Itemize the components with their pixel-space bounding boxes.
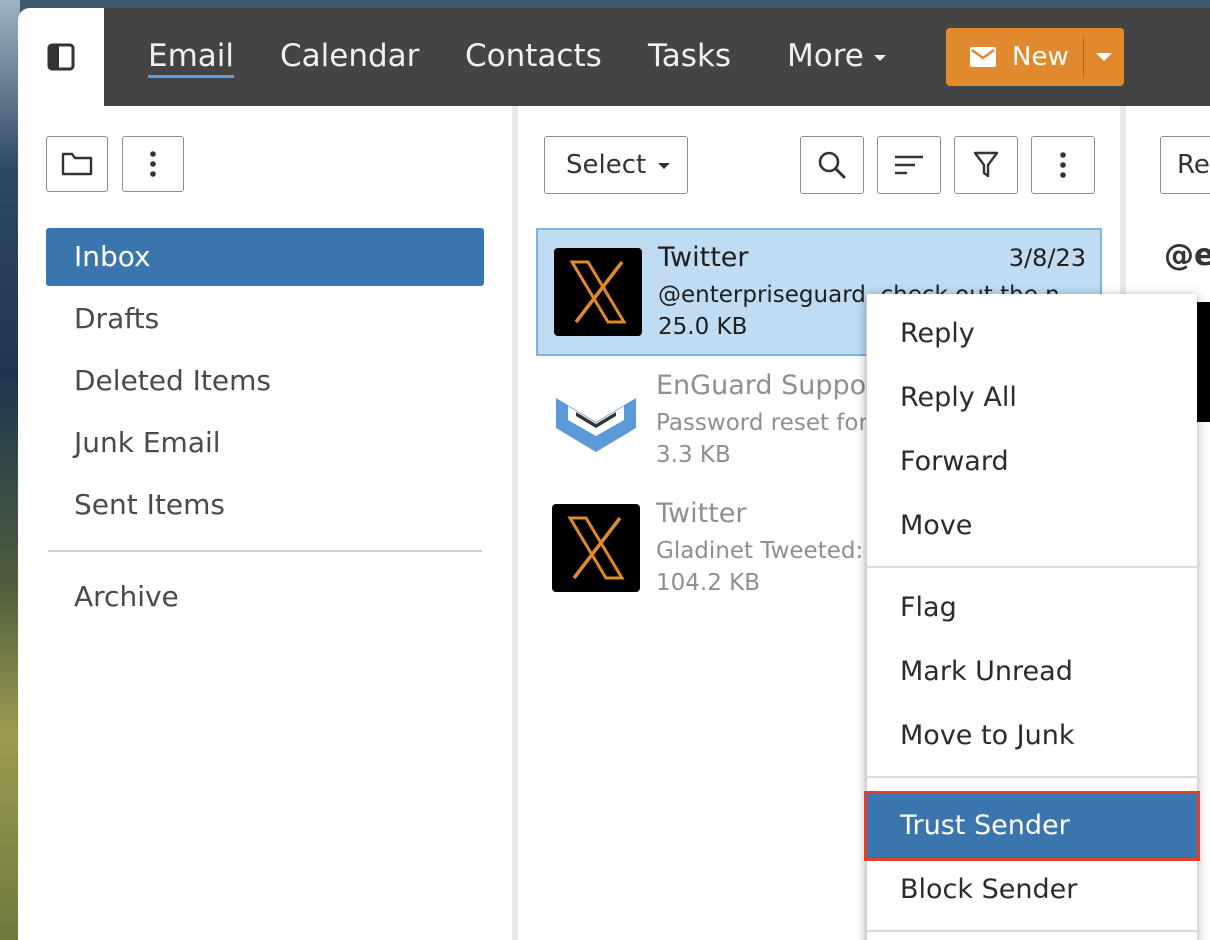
top-nav-bar: Email Calendar Contacts Tasks More New [18, 8, 1210, 106]
more-vertical-icon [1060, 152, 1066, 178]
chevron-down-icon [658, 162, 671, 169]
new-button-group: New [946, 28, 1124, 86]
filter-button[interactable] [954, 136, 1018, 194]
search-button[interactable] [800, 136, 864, 194]
message-date: 3/8/23 [1008, 244, 1086, 272]
menu-item-move-to-junk[interactable]: Move to Junk [867, 704, 1197, 768]
desktop-wallpaper [0, 0, 20, 940]
folder-more-button[interactable] [122, 136, 184, 192]
message-size: 104.2 KB [656, 570, 761, 596]
folder-inbox[interactable]: Inbox [46, 228, 484, 286]
folder-drafts[interactable]: Drafts [46, 290, 484, 348]
chevron-down-icon [873, 54, 886, 61]
folder-archive[interactable]: Archive [46, 568, 484, 626]
folder-icon [61, 152, 93, 176]
sort-icon [895, 155, 923, 175]
menu-item-mark-unread[interactable]: Mark Unread [867, 640, 1197, 704]
tab-calendar[interactable]: Calendar [280, 38, 419, 74]
menu-item-reply-all[interactable]: Reply All [867, 366, 1197, 430]
tab-contacts[interactable]: Contacts [465, 38, 602, 74]
menu-item-block-sender[interactable]: Block Sender [867, 858, 1197, 922]
sort-button[interactable] [877, 136, 941, 194]
select-label: Select [566, 150, 647, 180]
message-sender: Twitter [658, 242, 749, 273]
new-button-label: New [1012, 42, 1069, 72]
menu-divider [867, 566, 1197, 568]
menu-item-move[interactable]: Move [867, 494, 1197, 558]
select-dropdown-button[interactable]: Select [544, 136, 688, 194]
tab-email[interactable]: Email [148, 38, 235, 78]
new-message-button[interactable]: New [946, 28, 1083, 86]
new-dropdown-button[interactable] [1084, 28, 1124, 86]
reading-subject: @e [1164, 238, 1210, 273]
sidebar-toggle-button[interactable] [18, 8, 104, 106]
menu-item-forward[interactable]: Forward [867, 430, 1197, 494]
folder-deleted-items[interactable]: Deleted Items [46, 352, 484, 410]
enguard-logo-icon [556, 398, 636, 452]
more-vertical-icon [150, 151, 156, 177]
message-context-menu: Reply Reply All Forward Move Flag Mark U… [864, 294, 1200, 940]
message-size: 3.3 KB [656, 442, 731, 468]
folder-divider [48, 550, 482, 552]
menu-divider [867, 776, 1197, 778]
menu-item-trust-sender[interactable]: Trust Sender [864, 791, 1200, 861]
envelope-icon [970, 47, 996, 67]
list-more-button[interactable] [1031, 136, 1095, 194]
search-icon [818, 151, 846, 179]
menu-item-flag[interactable]: Flag [867, 576, 1197, 640]
tab-tasks[interactable]: Tasks [648, 38, 731, 74]
tab-more[interactable]: More [787, 38, 886, 74]
folder-actions-button[interactable] [46, 136, 108, 192]
folder-junk-email[interactable]: Junk Email [46, 414, 484, 472]
menu-divider [867, 930, 1197, 932]
x-logo-icon [554, 248, 642, 336]
message-sender: Twitter [656, 498, 747, 529]
message-sender: EnGuard Support [656, 370, 888, 401]
filter-icon [973, 151, 999, 178]
tab-more-label: More [787, 38, 864, 74]
folder-pane: Inbox Drafts Deleted Items Junk Email Se… [18, 106, 513, 940]
folder-sent-items[interactable]: Sent Items [46, 476, 484, 534]
message-size: 25.0 KB [658, 314, 748, 340]
mail-app-window: Email Calendar Contacts Tasks More New I… [18, 8, 1210, 940]
reply-button[interactable]: Re [1160, 136, 1210, 194]
sidebar-toggle-icon [47, 43, 75, 71]
x-logo-icon [552, 504, 640, 592]
menu-item-reply[interactable]: Reply [867, 302, 1197, 366]
chevron-down-icon [1095, 53, 1112, 61]
